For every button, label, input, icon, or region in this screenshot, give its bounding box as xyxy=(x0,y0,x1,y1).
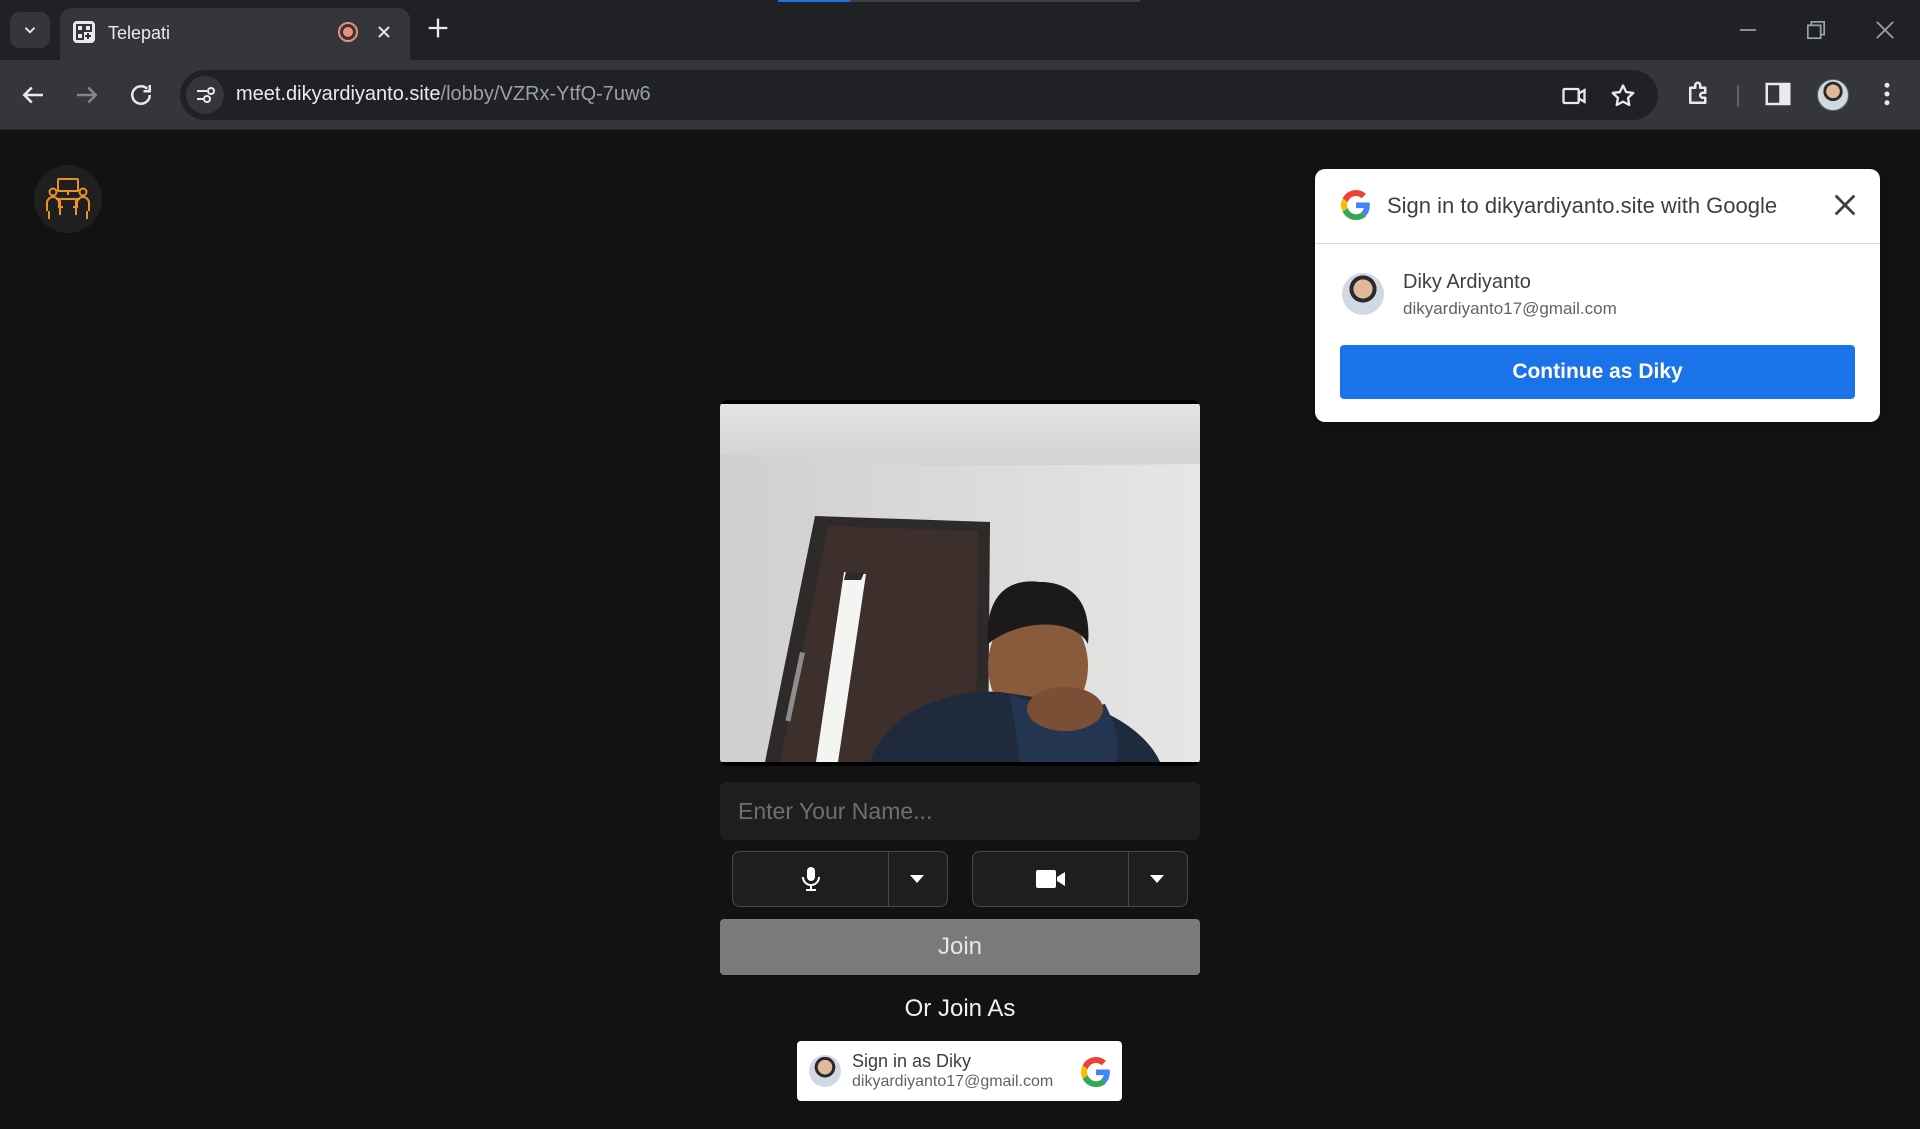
recording-indicator-icon xyxy=(338,22,358,42)
camera-control xyxy=(972,851,1188,907)
microphone-icon xyxy=(801,867,820,891)
browser-tab-telepati[interactable]: Telepati xyxy=(60,8,410,60)
account-name: Diky Ardiyanto xyxy=(1403,271,1531,293)
tab-title: Telepati xyxy=(108,23,171,43)
caret-down-icon xyxy=(910,875,924,883)
microphone-device-dropdown[interactable] xyxy=(889,852,945,906)
toolbar-separator xyxy=(1737,85,1739,107)
camera-in-use-icon[interactable] xyxy=(1560,82,1588,110)
bookmark-star-icon[interactable] xyxy=(1609,82,1637,110)
join-button[interactable]: Join xyxy=(720,919,1200,975)
browser-toolbar: meet.dikyardiyanto.site/lobby/VZRx-YtfQ-… xyxy=(0,60,1920,130)
tab-close-icon[interactable] xyxy=(372,20,396,44)
tab-strip-accent xyxy=(778,0,850,2)
telepati-favicon-icon xyxy=(73,21,95,43)
account-avatar xyxy=(1342,273,1384,315)
name-input[interactable] xyxy=(720,782,1200,840)
back-arrow-icon[interactable] xyxy=(18,80,48,110)
or-join-as-label: Or Join As xyxy=(904,995,1016,1022)
new-tab-icon[interactable] xyxy=(424,14,452,42)
video-camera-icon xyxy=(1035,870,1065,888)
url-path: /lobby/VZRx-YtfQ-7uw6 xyxy=(440,83,651,105)
forward-arrow-icon[interactable] xyxy=(72,80,102,110)
camera-toggle-button[interactable] xyxy=(973,852,1129,906)
account-email: dikyardiyanto17@gmail.com xyxy=(1403,299,1617,318)
profile-avatar[interactable] xyxy=(1817,79,1849,111)
gsi-email: dikyardiyanto17@gmail.com xyxy=(852,1073,1054,1090)
extensions-puzzle-icon[interactable] xyxy=(1684,79,1714,109)
caret-down-icon xyxy=(1150,875,1164,883)
side-panel-icon[interactable] xyxy=(1763,79,1793,109)
meeting-table-logo-icon xyxy=(46,178,90,219)
browser-tab-strip: Telepati xyxy=(0,0,1920,60)
camera-feed-scene xyxy=(720,404,1200,762)
microphone-toggle-button[interactable] xyxy=(733,852,889,906)
gsi-label: Sign in as Diky xyxy=(852,1051,972,1071)
reload-icon[interactable] xyxy=(126,80,156,110)
camera-device-dropdown[interactable] xyxy=(1129,852,1185,906)
address-bar[interactable]: meet.dikyardiyanto.site/lobby/VZRx-YtfQ-… xyxy=(180,70,1658,120)
site-info-button[interactable] xyxy=(186,76,224,114)
minimize-window-icon[interactable] xyxy=(1734,16,1762,44)
restore-window-icon[interactable] xyxy=(1802,16,1830,44)
camera-preview xyxy=(720,400,1200,766)
microphone-control xyxy=(732,851,948,907)
camera-feed xyxy=(720,404,1200,762)
one-tap-title: Sign in to dikyardiyanto.site with Googl… xyxy=(1387,193,1778,218)
url-text[interactable]: meet.dikyardiyanto.site/lobby/VZRx-YtfQ-… xyxy=(236,83,651,106)
telepati-logo[interactable] xyxy=(34,165,102,233)
google-logo-icon xyxy=(1341,190,1370,220)
google-one-tap-dialog: Sign in to dikyardiyanto.site with Googl… xyxy=(1315,169,1880,422)
one-tap-divider xyxy=(1315,243,1880,244)
account-avatar xyxy=(809,1055,841,1087)
more-menu-icon[interactable] xyxy=(1872,79,1902,109)
continue-as-button[interactable]: Continue as Diky xyxy=(1340,345,1855,399)
google-logo-icon xyxy=(1081,1057,1110,1087)
tab-strip-track xyxy=(850,0,1140,2)
site-settings-icon xyxy=(197,87,215,103)
url-host: meet.dikyardiyanto.site xyxy=(236,83,441,105)
close-icon[interactable] xyxy=(1831,191,1859,219)
google-sign-in-button[interactable]: Sign in as Diky dikyardiyanto17@gmail.co… xyxy=(797,1041,1122,1101)
chevron-down-icon xyxy=(24,27,36,34)
close-window-icon[interactable] xyxy=(1871,16,1899,44)
tab-search-button[interactable] xyxy=(10,12,50,48)
